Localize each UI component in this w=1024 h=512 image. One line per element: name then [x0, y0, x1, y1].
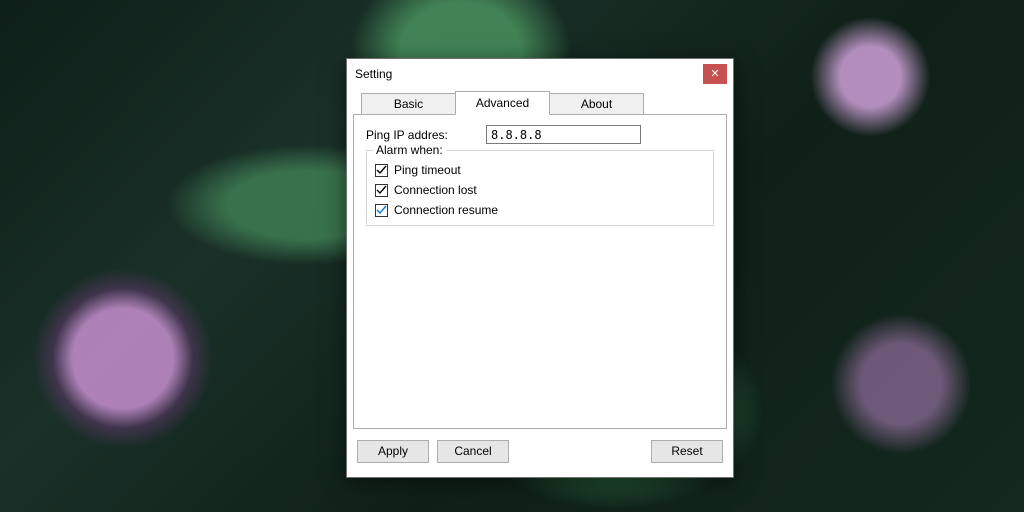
cancel-button[interactable]: Cancel: [437, 440, 509, 463]
titlebar[interactable]: Setting ✕: [347, 59, 733, 89]
checkbox-connection-resume[interactable]: Connection resume: [375, 203, 705, 217]
cancel-button-label: Cancel: [454, 444, 491, 458]
check-icon: [376, 205, 387, 216]
checkbox-box: [375, 204, 388, 217]
checkbox-label: Ping timeout: [394, 163, 461, 177]
close-icon: ✕: [710, 69, 719, 80]
ping-ip-input[interactable]: [486, 125, 641, 144]
alarm-groupbox: Alarm when: Ping timeout: [366, 150, 714, 226]
check-icon: [376, 185, 387, 196]
alarm-group-title: Alarm when:: [373, 143, 446, 157]
checkbox-box: [375, 164, 388, 177]
close-button[interactable]: ✕: [703, 64, 727, 84]
window-title: Setting: [355, 67, 703, 81]
checkbox-label: Connection lost: [394, 183, 477, 197]
apply-button[interactable]: Apply: [357, 440, 429, 463]
reset-button-label: Reset: [671, 444, 702, 458]
checkbox-box: [375, 184, 388, 197]
apply-button-label: Apply: [378, 444, 408, 458]
tab-advanced[interactable]: Advanced: [455, 91, 550, 115]
checkbox-label: Connection resume: [394, 203, 498, 217]
tab-about-label: About: [581, 97, 612, 111]
checkbox-connection-lost[interactable]: Connection lost: [375, 183, 705, 197]
ping-ip-label: Ping IP addres:: [366, 128, 486, 142]
ping-ip-row: Ping IP addres:: [366, 125, 714, 144]
checkbox-ping-timeout[interactable]: Ping timeout: [375, 163, 705, 177]
check-icon: [376, 165, 387, 176]
tab-about[interactable]: About: [549, 93, 644, 115]
tab-basic[interactable]: Basic: [361, 93, 456, 115]
tabstrip: Basic Advanced About: [353, 93, 727, 115]
reset-button[interactable]: Reset: [651, 440, 723, 463]
client-area: Basic Advanced About Ping IP addres: Ala…: [353, 93, 727, 471]
tabpanel-advanced: Ping IP addres: Alarm when: Ping timeout: [353, 114, 727, 429]
dialog-button-row: Apply Cancel Reset: [353, 437, 727, 465]
tab-basic-label: Basic: [394, 97, 423, 111]
desktop-wallpaper: Setting ✕ Basic Advanced About Ping IP a: [0, 0, 1024, 512]
tab-advanced-label: Advanced: [476, 96, 529, 110]
settings-window: Setting ✕ Basic Advanced About Ping IP a: [346, 58, 734, 478]
